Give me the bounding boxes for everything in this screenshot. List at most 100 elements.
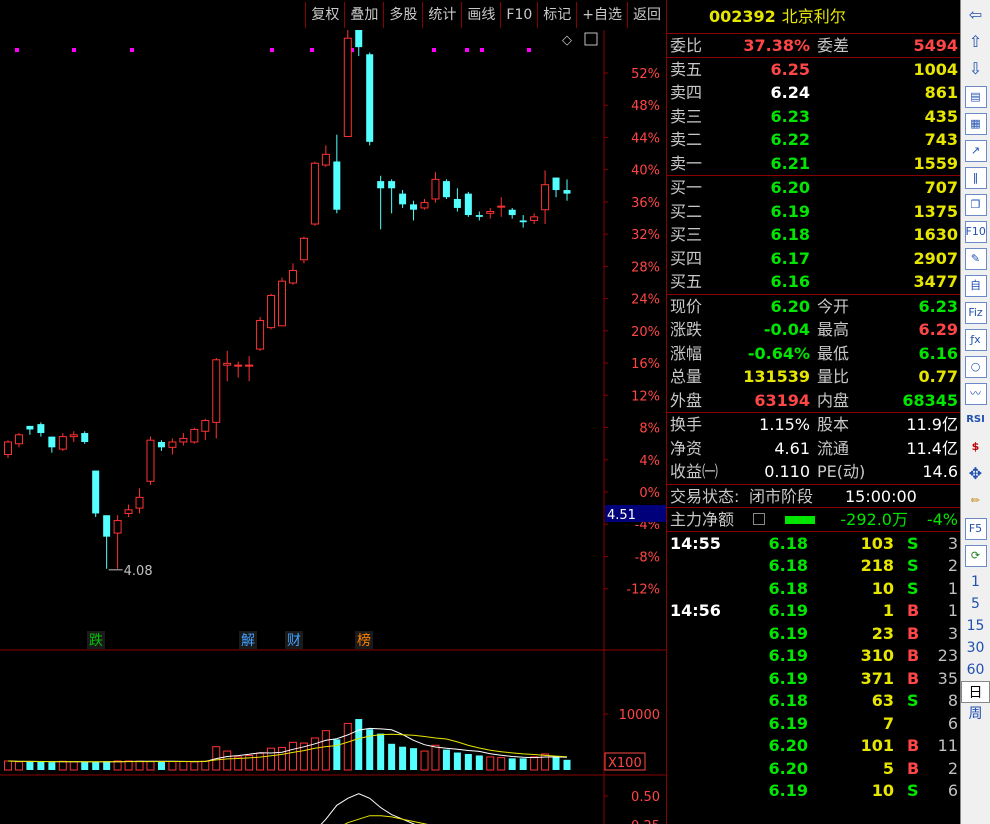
toolbar-button-8[interactable]: 返回	[627, 2, 666, 28]
tick-count: 2	[947, 556, 958, 575]
toolbar-button-0[interactable]: 复权	[305, 2, 344, 28]
buy-level-3[interactable]: 买四 6.17 2907	[667, 247, 960, 271]
self-select-icon[interactable]: 自	[964, 275, 987, 297]
quote-value: 131539	[743, 367, 810, 386]
trade-status-value: 闭市阶段	[749, 486, 814, 506]
tick-row: 6.18 10 S 1	[667, 577, 960, 600]
sell-label: 卖二	[670, 130, 703, 149]
commission-diff-value: 5494	[913, 36, 958, 55]
tick-row: 6.18 63 S 8	[667, 689, 960, 712]
kline-chart-area[interactable]: 52% 48% 44% 40% 36% 32% 28% 24% 20% 16% 12% 8% 4% 0% -…	[0, 30, 666, 824]
volume-bar-up	[431, 744, 440, 771]
buy-price: 6.18	[770, 225, 810, 244]
candle-body-down	[464, 193, 472, 216]
volume-bar-down	[508, 758, 516, 770]
sell-level-3[interactable]: 卖二 6.22 743	[667, 128, 960, 152]
formula-icon[interactable]: ƒx	[964, 329, 987, 351]
volume-bar-up	[58, 760, 67, 771]
buy-level-0[interactable]: 买一 6.20 707	[667, 176, 960, 200]
quote-label: 最低	[817, 343, 850, 363]
report-icon[interactable]: ▤	[964, 86, 987, 108]
main-flow-doc-icon[interactable]	[753, 513, 765, 525]
tick-time: 14:55	[670, 533, 721, 553]
period-4[interactable]: 60	[961, 659, 990, 681]
tick-count: 1	[947, 601, 958, 620]
circle-icon[interactable]: ○	[964, 356, 987, 378]
f10-icon[interactable]: F10	[964, 221, 987, 243]
notes-icon[interactable]: ✎	[964, 248, 987, 270]
line-chart-icon[interactable]: ↗	[964, 140, 987, 162]
move-icon[interactable]: ✥	[965, 464, 987, 486]
sell-price: 6.23	[770, 106, 810, 126]
quote-row-4: 外盘 63194 内盘 68345	[667, 389, 960, 413]
arrow-up-icon[interactable]: ⇧	[965, 32, 987, 54]
price-tick-label: 4%	[639, 454, 660, 469]
tick-volume: 63	[871, 691, 894, 710]
volume-bar-down	[81, 762, 89, 770]
chart-toolbar: 复权 叠加 多股 统计 画线 F10 标记 +自选 返回	[0, 0, 666, 30]
period-1[interactable]: 5	[961, 593, 990, 615]
top-marker-dot	[15, 48, 19, 52]
quote-label: 内盘	[817, 390, 850, 410]
toolbar-button-3[interactable]: 统计	[422, 2, 461, 28]
table-icon[interactable]: ▦	[964, 113, 987, 135]
tick-volume: 101	[860, 736, 894, 755]
period-3[interactable]: 30	[961, 637, 990, 659]
price-tick-label: 48%	[631, 99, 660, 114]
wave-icon[interactable]: 〰	[964, 383, 987, 405]
buy-order-book: 买一 6.20 707 买二 6.19 1375 买三 6.18 1630 买四 6.17 2907 买…	[667, 176, 960, 295]
toolbar-button-1[interactable]: 叠加	[344, 2, 383, 28]
candle-body-up	[497, 205, 506, 208]
volume-bar-up	[113, 760, 122, 771]
dollar-icon[interactable]: $	[965, 437, 987, 459]
window-icon[interactable]: ❐	[964, 194, 987, 216]
sell-level-2[interactable]: 卖三 6.23 435	[667, 105, 960, 129]
refresh-icon[interactable]: ⟳	[964, 545, 987, 567]
toolbar-button-6[interactable]: 标记	[537, 2, 576, 28]
candle-body-down	[508, 209, 516, 216]
arrow-down-icon[interactable]: ⇩	[965, 59, 987, 81]
stock-name: 北京利尔	[781, 7, 846, 26]
tick-side: S	[907, 533, 919, 553]
f5-icon[interactable]: F5	[964, 518, 987, 540]
fund-row-1: 净资 4.61 流通 11.4亿	[667, 437, 960, 461]
toolbar-button-5[interactable]: F10	[500, 2, 537, 28]
quote-label: 涨幅	[670, 343, 703, 363]
buy-level-1[interactable]: 买二 6.19 1375	[667, 200, 960, 224]
pencil-icon[interactable]: ✏	[965, 491, 987, 513]
volume-bar-down	[355, 719, 363, 770]
arrow-left-icon[interactable]: ⇦	[965, 5, 987, 27]
sell-volume: 861	[924, 83, 958, 102]
tick-list[interactable]: 14:55 6.18 103 S 3 6.18 218 S 2 6.18 10 S 1 14:56 6.19…	[667, 532, 960, 802]
tick-row: 6.19 310 B 23	[667, 644, 960, 667]
tick-row: 6.19 23 B 3	[667, 622, 960, 645]
fund-value: 11.4亿	[906, 438, 958, 458]
candlestick-icon[interactable]: ‖	[964, 167, 987, 189]
period-5[interactable]: 日	[961, 681, 990, 703]
candle-body-up	[201, 420, 210, 432]
rsi-icon[interactable]: RSI	[965, 410, 987, 432]
period-2[interactable]: 15	[961, 615, 990, 637]
sell-level-1[interactable]: 卖四 6.24 861	[667, 81, 960, 105]
commission-ratio-label: 委比	[670, 36, 703, 55]
sell-label: 卖三	[670, 106, 703, 126]
sell-level-0[interactable]: 卖五 6.25 1004	[667, 58, 960, 82]
volume-bar-down	[333, 739, 341, 770]
buy-level-2[interactable]: 买三 6.18 1630	[667, 223, 960, 247]
tick-row: 6.19 371 B 35	[667, 667, 960, 690]
period-6[interactable]: 周	[961, 703, 990, 725]
fund-label: 股本	[817, 415, 850, 434]
toolbar-button-7[interactable]: +自选	[576, 2, 627, 28]
tick-time: 14:56	[670, 601, 721, 620]
buy-level-4[interactable]: 买五 6.16 3477	[667, 270, 960, 294]
toolbar-button-2[interactable]: 多股	[383, 2, 422, 28]
candle-body-up	[4, 441, 12, 455]
sell-label: 卖四	[670, 83, 703, 102]
sell-level-4[interactable]: 卖一 6.21 1559	[667, 152, 960, 176]
fiz-icon[interactable]: Fiz	[964, 302, 987, 324]
toolbar-button-4[interactable]: 画线	[461, 2, 500, 28]
fund-value: 14.6	[922, 462, 958, 481]
candle-body-down	[333, 161, 341, 210]
volume-bar-down	[399, 746, 407, 770]
period-0[interactable]: 1	[961, 571, 990, 593]
